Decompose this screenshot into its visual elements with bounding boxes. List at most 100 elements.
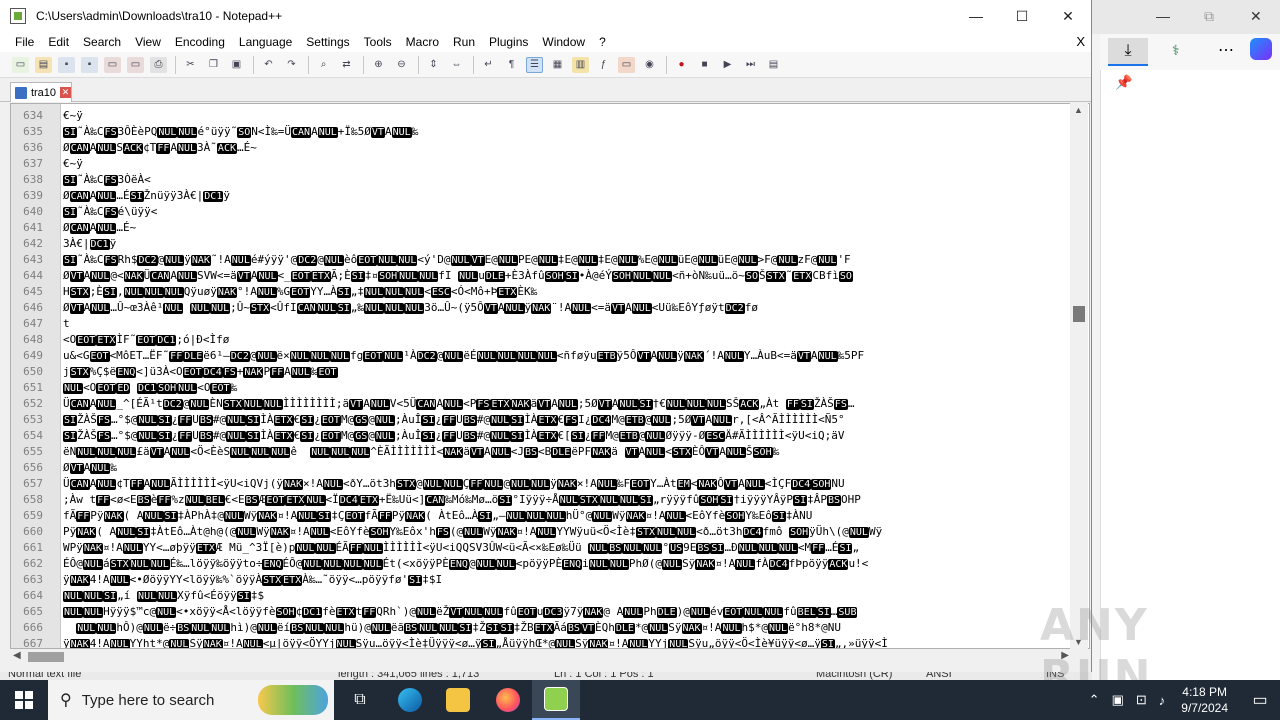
function-list-icon[interactable]: ƒ <box>595 57 612 73</box>
menu-plugins[interactable]: Plugins <box>482 35 535 49</box>
menu-encoding[interactable]: Encoding <box>168 35 232 49</box>
vertical-scrollbar[interactable]: ▲ ▼ <box>1070 103 1088 649</box>
editor-line[interactable]: 657 ÜCANANUL¢TFFANULÃÌÌÌÌÌÌ<ÿU<iQVj(ÿNAK×… <box>11 476 1073 492</box>
editor-line[interactable]: 655 ëNNUL NUL NUL£äVTANUL<Ö<ÈèSNUL NUL NULê N… <box>11 444 1073 460</box>
menu-macro[interactable]: Macro <box>399 35 446 49</box>
editor-line[interactable]: 648 <OEOT ETXÌF˜EOT DC1;ó|Ð<Ìfø <box>11 332 1073 348</box>
sync-horizontal-icon[interactable]: ⇔ <box>448 57 465 73</box>
tab-close-icon[interactable]: ✕ <box>60 87 71 98</box>
menu-tools[interactable]: Tools <box>357 35 399 49</box>
editor-line[interactable]: 649 u&<GEOT<MôET…ËF˜FF DLEë6¹–DC2@NULë×NUL… <box>11 348 1073 364</box>
editor-line[interactable]: 658 ;Àw tFF<ø<EBSèFF%zNUL BEL€<EBSÆEOT ETX N… <box>11 492 1073 508</box>
maximize-button[interactable]: ☐ <box>999 0 1045 32</box>
menu-settings[interactable]: Settings <box>299 35 356 49</box>
play-macro-icon[interactable]: ▶ <box>719 57 736 73</box>
performance-icon[interactable]: ⚕ <box>1172 42 1180 59</box>
undo-icon[interactable]: ↶ <box>260 57 277 73</box>
editor-line[interactable]: 661 WPÿNAK¤!ANULYY<…øþÿÿETXÆ Mü_^3Ï[è)pNU… <box>11 540 1073 556</box>
save-icon[interactable]: ▪ <box>58 56 75 73</box>
clock[interactable]: 4:18 PM 9/7/2024 <box>1181 684 1228 716</box>
run-macro-multiple-icon[interactable]: ⏭ <box>742 57 759 73</box>
editor-line[interactable]: 643 SI˜À‰CFSRh$DC2@NULÿNAK˜!ANULé#ýÿÿ'@DC… <box>11 252 1073 268</box>
volume-icon[interactable]: ♪ <box>1159 693 1166 708</box>
menu-help[interactable]: ? <box>592 35 613 49</box>
word-wrap-icon[interactable]: ↵ <box>480 57 497 73</box>
editor-line[interactable]: 650 jSTX%Ç$ëENQ<]ü3À<OEOT DC4 FS+NAKPFFANUL… <box>11 364 1073 380</box>
copy-icon[interactable]: ❐ <box>205 57 222 73</box>
scroll-up-icon[interactable]: ▲ <box>1074 105 1083 115</box>
taskbar-firefox[interactable] <box>484 680 532 720</box>
menu-search[interactable]: Search <box>76 35 128 49</box>
taskbar-edge[interactable] <box>386 680 434 720</box>
stop-macro-icon[interactable]: ■ <box>696 57 713 73</box>
editor-line[interactable]: 652 ÜCANANUL_^[ÉÃ¹tDC2@NULÈNSTX NUL NULÌÌÌÌ… <box>11 396 1073 412</box>
editor-line[interactable]: 653 SIŽÀŠFS…°$@NUL SI¿FFUBS#@NUL SIÌÀETX€SI… <box>11 412 1073 428</box>
editor-line[interactable]: 667 ÿNAK4!ANULYYht*@NULSÿNAK¤!ANUL<µ|öÿÿ<… <box>11 636 1073 648</box>
redo-icon[interactable]: ↷ <box>283 57 300 73</box>
editor-line[interactable]: 647 t <box>11 316 1073 332</box>
task-view-button[interactable]: ⧉ <box>336 680 384 720</box>
editor-line[interactable]: 666 NUL NULhÔ)@NULë÷BS NUL NULhì)@NULëíBS NU… <box>11 620 1073 636</box>
sync-vertical-icon[interactable]: ⇕ <box>425 57 442 73</box>
browser-restore-button[interactable]: ⧉ <box>1204 8 1214 25</box>
editor-line[interactable]: 639 ØCANANUL…ÉSIŽnüÿÿ3À€|DC1ÿ <box>11 188 1073 204</box>
start-button[interactable] <box>0 680 48 720</box>
editor-area[interactable]: 634 €~ÿ 635 SI˜À‰CFS3ÔÈèPQNUL NULé°üÿÿ˜SON<Ì… <box>10 103 1090 649</box>
editor-line[interactable]: 664 NUL NUL SI„í NUL NULXÿfû<ÉöÿÿSI‡$ <box>11 588 1073 604</box>
copilot-icon[interactable] <box>1250 38 1272 60</box>
replace-icon[interactable]: ⇄ <box>338 57 355 73</box>
cut-icon[interactable]: ✂ <box>182 57 199 73</box>
editor-line[interactable]: 636 ØCANANULSACK¢TFFANUL3À˜ACK…É~ <box>11 140 1073 156</box>
notification-icon[interactable]: ▭ <box>1240 680 1280 720</box>
show-all-chars-icon[interactable]: ¶ <box>503 57 520 73</box>
taskbar-search-box[interactable]: ⚲ Type here to search <box>48 680 334 720</box>
scroll-left-icon[interactable]: ◀ <box>13 650 21 661</box>
show-hidden-icons-icon[interactable]: ⌃ <box>1089 692 1100 708</box>
menu-edit[interactable]: Edit <box>41 35 76 49</box>
menu-file[interactable]: File <box>8 35 41 49</box>
indent-guide-icon[interactable]: ☰ <box>526 56 543 73</box>
udl-icon[interactable]: ▦ <box>549 57 566 73</box>
menu-language[interactable]: Language <box>232 35 299 49</box>
horizontal-scrollbar[interactable]: ◀ ▶ <box>10 649 1072 665</box>
browser-minimize-button[interactable]: — <box>1156 8 1170 24</box>
tab-tra10[interactable]: tra10 ✕ <box>10 82 72 102</box>
close-button[interactable]: ✕ <box>1045 0 1091 32</box>
editor-line[interactable]: 645 HSTX;ÈSI,NUL NUL NULQÿuøÿNAK°!ANUL%GEOT… <box>11 284 1073 300</box>
editor-line[interactable]: 663 ÿNAK4!ANUL<•ØöÿÿYY<löÿÿ‰%`öÿÿÀSTX ETXÀ… <box>11 572 1073 588</box>
save-all-icon[interactable]: ▪ <box>81 56 98 73</box>
zoom-in-icon[interactable]: ⊕ <box>370 57 387 73</box>
find-icon[interactable]: ⌕ <box>315 57 332 73</box>
meet-now-icon[interactable]: ▣ <box>1112 692 1124 708</box>
editor-line[interactable]: 640 SI˜À‰CFSé\üÿÿ< <box>11 204 1073 220</box>
editor-line[interactable]: 654 SIŽÀŠFS…°$@NUL SI¿FFUBS#@NUL SIÌÀETX€SI… <box>11 428 1073 444</box>
close-document-button[interactable]: X <box>1076 34 1085 49</box>
editor-line[interactable]: 638 SI˜À‰CFS3ÒëÀ< <box>11 172 1073 188</box>
editor-line[interactable]: 646 ØVTANUL…Û~œ3Àê¹NUL NUL NUL;Û~STX<ÛfICA… <box>11 300 1073 316</box>
vertical-scroll-thumb[interactable] <box>1073 306 1085 322</box>
taskbar-file-explorer[interactable] <box>434 680 482 720</box>
editor-line[interactable]: 637 €~ÿ <box>11 156 1073 172</box>
editor-line[interactable]: 642 3À€|DC1ÿ <box>11 236 1073 252</box>
editor-line[interactable]: 641 ØCANANUL…É~ <box>11 220 1073 236</box>
taskbar-notepadpp[interactable] <box>532 680 580 720</box>
more-options-icon[interactable]: ⋯ <box>1218 40 1234 60</box>
downloads-icon[interactable]: ⤓ <box>1108 38 1148 66</box>
pin-icon[interactable]: 📌 <box>1115 74 1132 91</box>
network-icon[interactable]: ⊡ <box>1136 692 1147 708</box>
menu-run[interactable]: Run <box>446 35 482 49</box>
editor-line[interactable]: 635 SI˜À‰CFS3ÔÈèPQNUL NULé°üÿÿ˜SON<Ì‰=ÜCAN… <box>11 124 1073 140</box>
editor-line[interactable]: 660 PÿNAK( ANUL SI‡ÀtEô…Àt@h@(@NULWÿNAK¤!A… <box>11 524 1073 540</box>
horizontal-scroll-thumb[interactable] <box>28 652 64 662</box>
menu-view[interactable]: View <box>128 35 168 49</box>
browser-close-button[interactable]: ✕ <box>1250 8 1262 25</box>
minimize-button[interactable]: — <box>953 0 999 32</box>
editor-line[interactable]: 656 ØVTANUL‰ <box>11 460 1073 476</box>
save-macro-icon[interactable]: ▤ <box>765 57 782 73</box>
editor-line[interactable]: 651 NUL<OEOT ED DC1 SOH NUL<OEOT‰ <box>11 380 1073 396</box>
zoom-out-icon[interactable]: ⊖ <box>393 57 410 73</box>
folder-workspace-icon[interactable]: ▭ <box>618 56 635 73</box>
print-icon[interactable]: ⎙ <box>150 56 167 73</box>
editor-line[interactable]: 644 ØVTANUL@<NAKÜCANANULSVW<=äVTANUL<_EOT… <box>11 268 1073 284</box>
editor-line[interactable]: 634 €~ÿ <box>11 108 1073 124</box>
